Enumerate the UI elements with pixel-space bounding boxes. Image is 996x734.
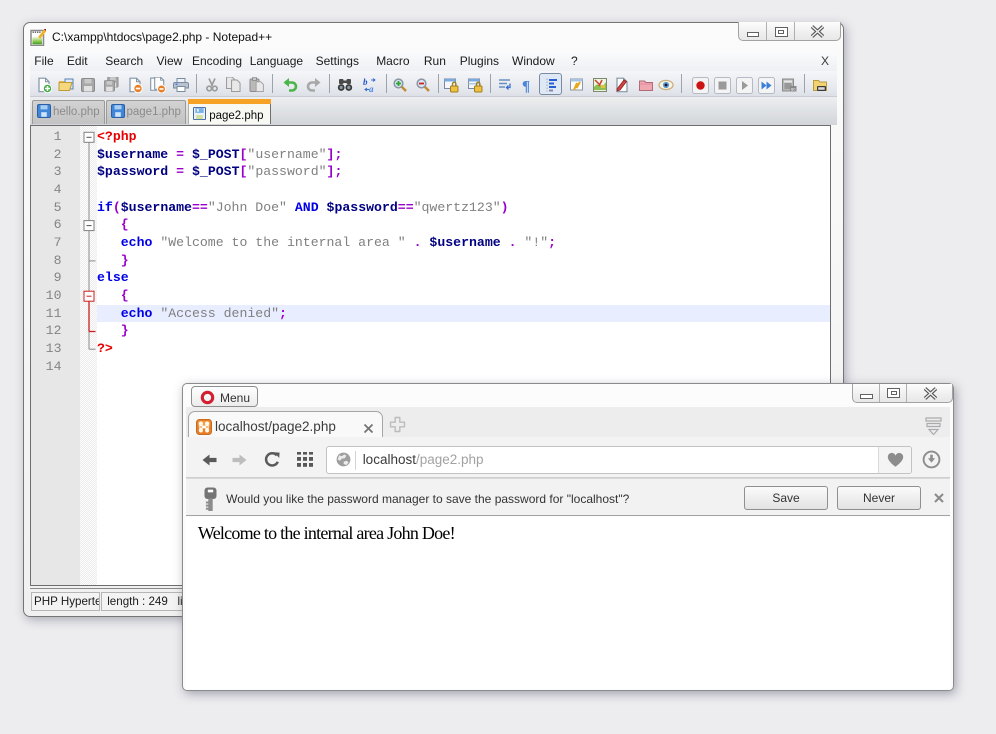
svg-text:uc: uc [791, 87, 797, 92]
svg-text:¶: ¶ [522, 79, 530, 94]
svg-text:b: b [363, 77, 368, 87]
svg-text:a: a [369, 84, 374, 93]
